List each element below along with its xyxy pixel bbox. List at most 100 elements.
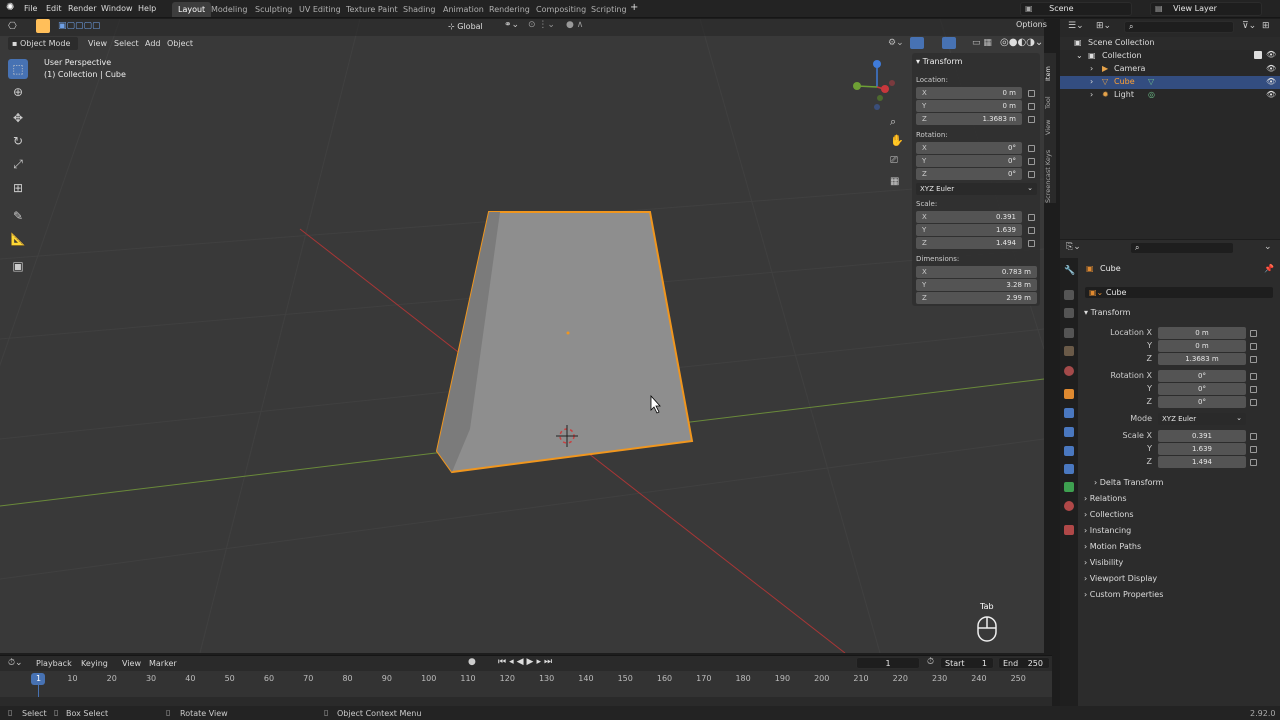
dimensions-x-field[interactable]: X 0.783 m — [916, 266, 1037, 278]
prop-location-y[interactable]: 0 m — [1158, 340, 1246, 352]
prop-rotation-z[interactable]: 0° — [1158, 396, 1246, 408]
tab-texture-paint[interactable]: Texture Paint — [340, 2, 404, 17]
lock-icon[interactable] — [1028, 158, 1035, 165]
particles-tab-icon[interactable] — [1064, 427, 1074, 437]
expand-arrow-icon[interactable]: › — [1090, 77, 1093, 86]
annotate-tool-icon[interactable]: ✎ — [8, 206, 28, 226]
display-mode-icon[interactable]: ⊞⌄ — [1096, 21, 1111, 31]
snap-icon[interactable]: ⊙ ⋮⌄ — [528, 20, 555, 30]
expand-arrow-icon[interactable]: › — [1090, 64, 1093, 73]
checkbox-icon[interactable] — [1254, 51, 1262, 59]
eye-icon[interactable]: 👁 — [1266, 64, 1276, 73]
outliner-item-camera[interactable]: Camera — [1114, 64, 1145, 73]
material-tab-icon[interactable] — [1064, 501, 1074, 511]
add-cube-tool-icon[interactable]: ▣ — [8, 256, 28, 276]
object-tab-icon[interactable] — [1064, 389, 1074, 399]
menu-help[interactable]: Help — [138, 4, 156, 13]
visibility-section[interactable]: › Visibility — [1084, 558, 1123, 567]
instancing-section[interactable]: › Instancing — [1084, 526, 1131, 535]
view-layer-selector[interactable]: ▤ View Layer — [1150, 2, 1262, 16]
properties-search-input[interactable]: ⌕ — [1130, 242, 1234, 254]
location-y-field[interactable]: Y 0 m — [916, 100, 1022, 112]
ortho-grid-icon[interactable]: ▦ — [890, 176, 899, 187]
lock-icon[interactable] — [1028, 227, 1035, 234]
lock-icon[interactable] — [1028, 145, 1035, 152]
lock-icon[interactable] — [1250, 459, 1257, 466]
eye-icon[interactable]: 👁 — [1266, 77, 1276, 86]
delta-transform-section[interactable]: › Delta Transform — [1094, 478, 1163, 487]
location-z-field[interactable]: Z 1.3683 m — [916, 113, 1022, 125]
zoom-icon[interactable]: ⌕ — [890, 115, 896, 129]
blender-logo-icon[interactable]: ✺ — [6, 2, 14, 13]
tab-uv-editing[interactable]: UV Editing — [293, 2, 347, 17]
tab-animation[interactable]: Animation — [437, 2, 490, 17]
lock-icon[interactable] — [1250, 373, 1257, 380]
tab-screencast-keys[interactable]: Screencast Keys — [1044, 143, 1052, 203]
tweak-tool-icon[interactable] — [36, 19, 50, 33]
editor-type-icon[interactable]: ⎔ — [8, 21, 17, 32]
timeline-scrollbar[interactable] — [0, 697, 1052, 705]
select-tool-icon[interactable]: ⬚ — [8, 59, 28, 79]
options-button[interactable]: Options — [1016, 20, 1050, 33]
tab-view[interactable]: View — [1044, 113, 1052, 135]
properties-editor-icon[interactable]: ⎘⌄ — [1066, 242, 1081, 252]
motion-paths-section[interactable]: › Motion Paths — [1084, 542, 1141, 551]
constraints-tab-icon[interactable] — [1064, 464, 1074, 474]
custom-properties-section[interactable]: › Custom Properties — [1084, 590, 1163, 599]
proportional-edit-icon[interactable]: ● ∧ — [566, 20, 583, 30]
3d-viewport[interactable]: User Perspective (1) Collection | Cube ⌕… — [0, 19, 1044, 653]
menu-edit[interactable]: Edit — [46, 4, 62, 13]
outliner-item-light[interactable]: Light — [1114, 90, 1134, 99]
visibility-icon[interactable]: ⚙⌄ — [888, 38, 904, 48]
xray-icon[interactable]: ▭ ▦ — [972, 38, 992, 48]
lock-icon[interactable] — [1250, 343, 1257, 350]
tab-tool[interactable]: Tool — [1044, 87, 1052, 109]
menu-render[interactable]: Render — [68, 4, 96, 13]
expand-icon[interactable]: ⌄ — [1076, 51, 1083, 60]
menu-window[interactable]: Window — [101, 4, 133, 13]
rotation-z-field[interactable]: Z 0° — [916, 168, 1022, 180]
tab-sculpting[interactable]: Sculpting — [249, 2, 298, 17]
lock-icon[interactable] — [1028, 116, 1035, 123]
prop-rotation-x[interactable]: 0° — [1158, 370, 1246, 382]
menu-select[interactable]: Select — [114, 39, 139, 48]
pin-icon[interactable]: 📌 — [1264, 264, 1274, 273]
prop-rotation-mode-dropdown[interactable]: XYZ Euler ⌄ — [1158, 413, 1246, 425]
transform-tool-icon[interactable]: ⊞ — [8, 178, 28, 198]
menu-view[interactable]: View — [122, 659, 141, 668]
prop-rotation-y[interactable]: 0° — [1158, 383, 1246, 395]
outliner-search-input[interactable]: ⌕ — [1124, 21, 1234, 33]
scene-tab-icon[interactable] — [1064, 346, 1074, 356]
eye-icon[interactable]: 👁 — [1266, 50, 1276, 59]
lock-icon[interactable] — [1250, 386, 1257, 393]
scene-selector[interactable]: ▣ Scene — [1020, 2, 1132, 16]
scale-x-field[interactable]: X 0.391 — [916, 211, 1022, 223]
pan-hand-icon[interactable]: ✋ — [890, 134, 904, 147]
shading-modes-icon[interactable]: ◎●◐◑⌄ — [1000, 37, 1043, 48]
camera-view-icon[interactable]: ⎚ — [890, 155, 898, 166]
record-icon[interactable]: ● — [468, 657, 476, 667]
texture-tab-icon[interactable] — [1064, 525, 1074, 535]
scale-z-field[interactable]: Z 1.494 — [916, 237, 1022, 249]
selection-mode-icon[interactable]: ▣▢▢▢▢ — [58, 21, 101, 31]
view-layer-tab-icon[interactable] — [1064, 328, 1074, 338]
end-frame-field[interactable]: End 250 — [998, 657, 1050, 669]
lock-icon[interactable] — [1250, 399, 1257, 406]
object-name-field[interactable]: ▣⌄ Cube — [1084, 286, 1274, 299]
tab-modeling[interactable]: Modeling — [205, 2, 253, 17]
tab-scripting[interactable]: Scripting — [585, 2, 633, 17]
modifier-tab-icon[interactable] — [1064, 408, 1074, 418]
collection-label[interactable]: Collection — [1102, 51, 1142, 60]
dimensions-y-field[interactable]: Y 3.28 m — [916, 279, 1037, 291]
tab-rendering[interactable]: Rendering — [483, 2, 536, 17]
mode-selector[interactable]: ▪ Object Mode — [8, 37, 78, 50]
pivot-point-icon[interactable]: ⚭⌄ — [504, 20, 519, 30]
rotation-mode-dropdown[interactable]: XYZ Euler ⌄ — [916, 183, 1037, 195]
playback-controls-icon[interactable]: ⏮◂◀▶▸⏭ — [498, 657, 555, 667]
menu-object[interactable]: Object — [167, 39, 193, 48]
lock-icon[interactable] — [1028, 214, 1035, 221]
current-frame-field[interactable]: 1 — [856, 657, 920, 669]
tool-tab-icon[interactable]: 🔧 — [1064, 266, 1075, 276]
tab-compositing[interactable]: Compositing — [530, 2, 592, 17]
location-x-field[interactable]: X 0 m — [916, 87, 1022, 99]
